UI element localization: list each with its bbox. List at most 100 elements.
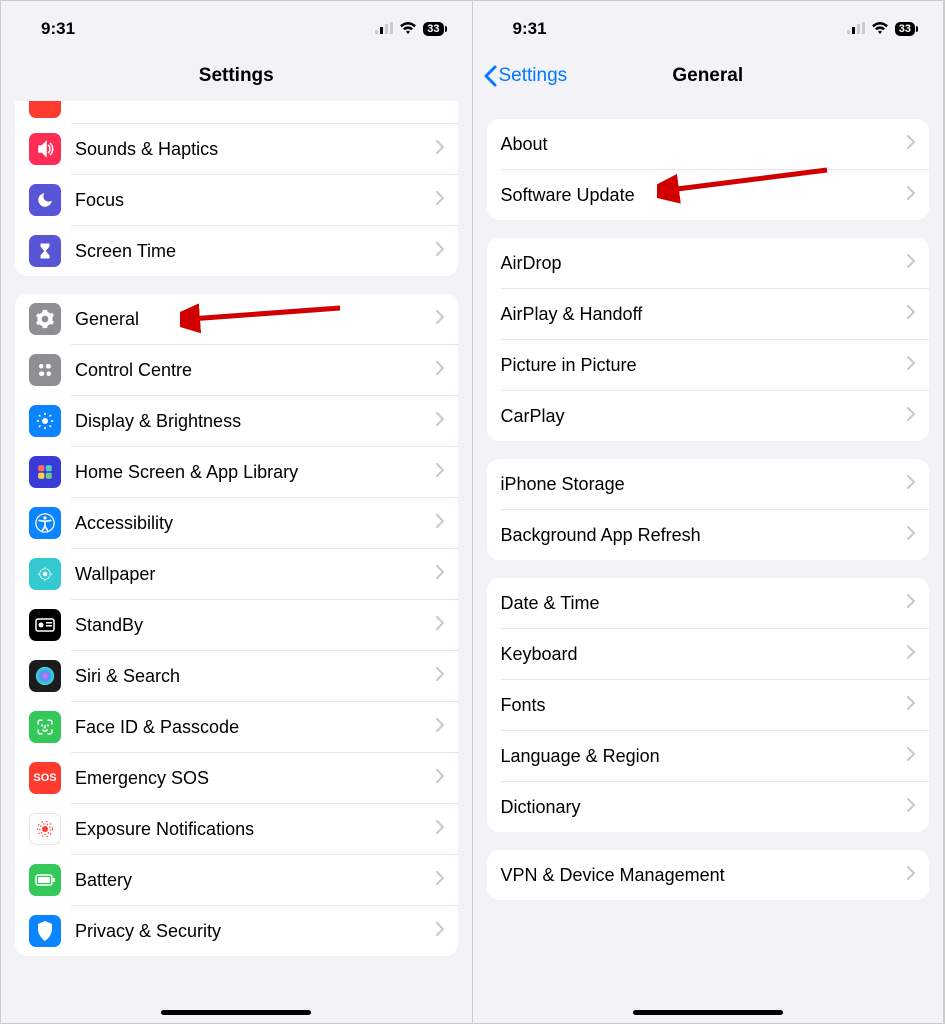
phone-settings: 9:31 33 Settings Sounds & Haptics Focus — [1, 1, 473, 1023]
status-time: 9:31 — [513, 19, 547, 39]
row-wallpaper[interactable]: Wallpaper — [15, 549, 458, 599]
row-accessibility[interactable]: Accessibility — [15, 498, 458, 548]
row-screentime[interactable]: Screen Time — [15, 226, 458, 276]
exposure-icon — [29, 813, 61, 845]
home-indicator[interactable] — [161, 1010, 311, 1015]
settings-group-general: General Control Centre Display & Brightn… — [15, 294, 458, 956]
control-centre-icon — [29, 354, 61, 386]
general-group-about: About Software Update — [487, 119, 930, 220]
chevron-right-icon — [907, 645, 915, 664]
chevron-right-icon — [436, 140, 444, 159]
row-software-update[interactable]: Software Update — [487, 170, 930, 220]
focus-icon — [29, 184, 61, 216]
wifi-icon — [399, 19, 417, 39]
brightness-icon — [29, 405, 61, 437]
row-carplay[interactable]: CarPlay — [487, 391, 930, 441]
row-iphone-storage[interactable]: iPhone Storage — [487, 459, 930, 509]
chevron-right-icon — [436, 565, 444, 584]
chevron-right-icon — [907, 186, 915, 205]
row-airdrop[interactable]: AirDrop — [487, 238, 930, 288]
row-focus[interactable]: Focus — [15, 175, 458, 225]
chevron-right-icon — [436, 820, 444, 839]
chevron-right-icon — [907, 135, 915, 154]
standby-icon — [29, 609, 61, 641]
row-dictionary[interactable]: Dictionary — [487, 782, 930, 832]
chevron-right-icon — [907, 407, 915, 426]
screentime-icon — [29, 235, 61, 267]
chevron-right-icon — [436, 242, 444, 261]
chevron-right-icon — [436, 667, 444, 686]
home-indicator[interactable] — [633, 1010, 783, 1015]
sounds-icon — [29, 133, 61, 165]
chevron-right-icon — [907, 798, 915, 817]
row-airplay-handoff[interactable]: AirPlay & Handoff — [487, 289, 930, 339]
row-about[interactable]: About — [487, 119, 930, 169]
row-picture-in-picture[interactable]: Picture in Picture — [487, 340, 930, 390]
battery-icon: 33 — [423, 22, 443, 36]
page-title: General — [672, 65, 743, 87]
chevron-right-icon — [436, 514, 444, 533]
row-general[interactable]: General — [15, 294, 458, 344]
row-standby[interactable]: StandBy — [15, 600, 458, 650]
battery-settings-icon — [29, 864, 61, 896]
general-group-vpn: VPN & Device Management — [487, 850, 930, 900]
row-siri-search[interactable]: Siri & Search — [15, 651, 458, 701]
row-battery[interactable]: Battery — [15, 855, 458, 905]
chevron-right-icon — [907, 696, 915, 715]
wallpaper-icon — [29, 558, 61, 590]
privacy-icon — [29, 915, 61, 947]
chevron-right-icon — [907, 747, 915, 766]
settings-scroll[interactable]: Sounds & Haptics Focus Screen Time Gener… — [1, 101, 472, 1023]
row-emergency-sos[interactable]: SOS Emergency SOS — [15, 753, 458, 803]
row-fonts[interactable]: Fonts — [487, 680, 930, 730]
navbar-settings: Settings — [1, 51, 472, 101]
chevron-right-icon — [436, 922, 444, 941]
chevron-right-icon — [436, 769, 444, 788]
row-control-centre[interactable]: Control Centre — [15, 345, 458, 395]
chevron-right-icon — [907, 356, 915, 375]
gear-icon — [29, 303, 61, 335]
row-privacy-security[interactable]: Privacy & Security — [15, 906, 458, 956]
status-bar: 9:31 33 — [473, 1, 944, 51]
accessibility-icon — [29, 507, 61, 539]
general-group-storage: iPhone Storage Background App Refresh — [487, 459, 930, 560]
chevron-right-icon — [436, 463, 444, 482]
general-group-datetime: Date & Time Keyboard Fonts Language & Re… — [487, 578, 930, 832]
chevron-right-icon — [907, 305, 915, 324]
status-bar: 9:31 33 — [1, 1, 472, 51]
general-scroll[interactable]: About Software Update AirDrop AirPlay & … — [473, 101, 944, 1023]
home-screen-icon — [29, 456, 61, 488]
chevron-right-icon — [436, 191, 444, 210]
row-home-screen[interactable]: Home Screen & App Library — [15, 447, 458, 497]
notifications-icon-partial — [29, 101, 61, 118]
row-date-time[interactable]: Date & Time — [487, 578, 930, 628]
chevron-right-icon — [907, 866, 915, 885]
row-language-region[interactable]: Language & Region — [487, 731, 930, 781]
row-vpn-device-management[interactable]: VPN & Device Management — [487, 850, 930, 900]
cellular-icon — [375, 19, 393, 39]
chevron-right-icon — [907, 594, 915, 613]
navbar-general: Settings General — [473, 51, 944, 101]
row-exposure-notifications[interactable]: Exposure Notifications — [15, 804, 458, 854]
cellular-icon — [847, 19, 865, 39]
row-display-brightness[interactable]: Display & Brightness — [15, 396, 458, 446]
chevron-right-icon — [907, 254, 915, 273]
phone-general: 9:31 33 Settings General About Software … — [473, 1, 945, 1023]
chevron-left-icon — [483, 65, 497, 87]
row-keyboard[interactable]: Keyboard — [487, 629, 930, 679]
row-faceid-passcode[interactable]: Face ID & Passcode — [15, 702, 458, 752]
settings-group-partial: Sounds & Haptics Focus Screen Time — [15, 101, 458, 276]
page-title: Settings — [199, 65, 274, 87]
wifi-icon — [871, 19, 889, 39]
chevron-right-icon — [436, 412, 444, 431]
faceid-icon — [29, 711, 61, 743]
chevron-right-icon — [436, 361, 444, 380]
chevron-right-icon — [436, 871, 444, 890]
chevron-right-icon — [436, 616, 444, 635]
chevron-right-icon — [907, 475, 915, 494]
battery-icon: 33 — [895, 22, 915, 36]
chevron-right-icon — [907, 526, 915, 545]
row-sounds-haptics[interactable]: Sounds & Haptics — [15, 124, 458, 174]
row-background-app-refresh[interactable]: Background App Refresh — [487, 510, 930, 560]
back-button[interactable]: Settings — [483, 65, 568, 87]
